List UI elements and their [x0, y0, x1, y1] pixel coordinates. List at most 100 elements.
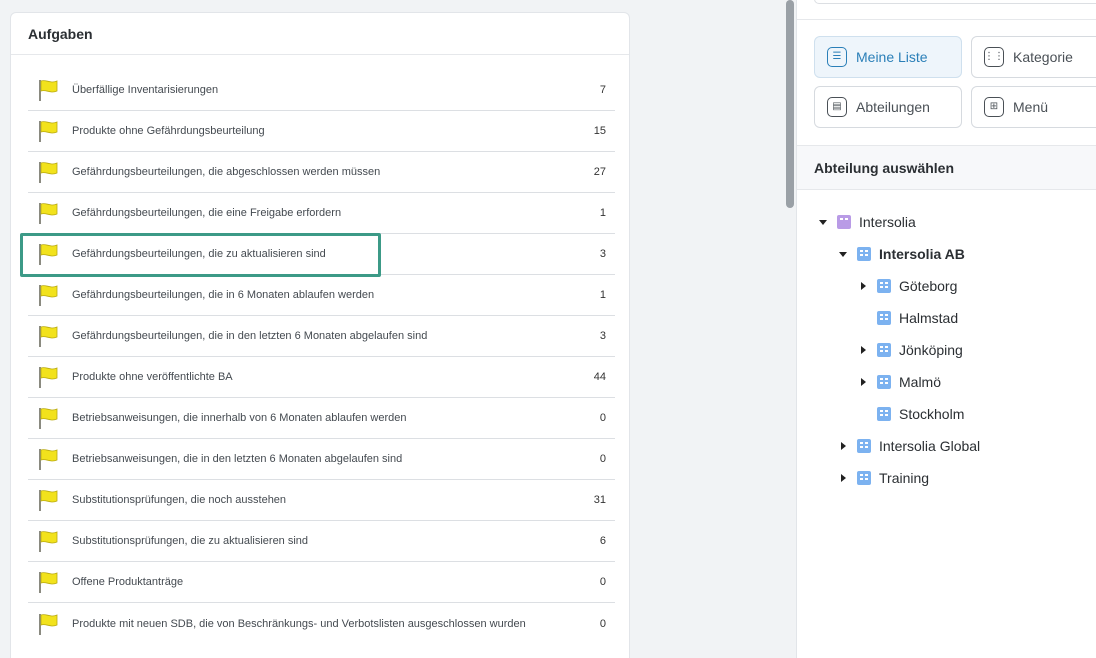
tree-node-stockholm[interactable]: Stockholm [857, 403, 964, 425]
flag-icon [39, 572, 58, 593]
task-row[interactable]: Produkte ohne veröffentlichte BA 44 [28, 357, 615, 398]
task-label: Gefährdungsbeurteilungen, die zu aktuali… [72, 248, 326, 260]
flag-icon [39, 490, 58, 511]
task-count: 3 [599, 330, 606, 342]
building-icon [877, 311, 891, 325]
task-count: 0 [599, 453, 606, 465]
task-count: 0 [599, 617, 606, 630]
tasks-title: Aufgaben [11, 13, 629, 55]
flag-icon [39, 408, 58, 429]
task-row[interactable]: Gefährdungsbeurteilungen, die zu aktuali… [28, 234, 615, 275]
task-count: 6 [599, 535, 606, 547]
task-count: 7 [599, 84, 606, 96]
task-row[interactable]: Gefährdungsbeurteilungen, die in den let… [28, 316, 615, 357]
flag-icon [39, 449, 58, 470]
menu-grid-icon: ⊞ [984, 97, 1004, 117]
task-label: Substitutionsprüfungen, die zu aktualisi… [72, 535, 309, 547]
caret-right-icon[interactable] [837, 472, 849, 484]
scrollbar-thumb[interactable] [786, 0, 794, 208]
task-row[interactable]: Überfällige Inventarisierungen 7 [28, 70, 615, 111]
tree-node-label: Malmö [899, 374, 942, 390]
task-row[interactable]: Produkte ohne Gefährdungsbeurteilung 15 [28, 111, 615, 152]
tree-node-label: Jönköping [899, 342, 963, 358]
task-count: 27 [593, 166, 606, 178]
tree-node-intersolia-ab[interactable]: Intersolia AB [837, 243, 965, 265]
task-label: Betriebsanweisungen, die innerhalb von 6… [72, 412, 407, 424]
task-row[interactable]: Betriebsanweisungen, die innerhalb von 6… [28, 398, 615, 439]
task-count: 0 [599, 412, 606, 424]
my-list-button[interactable]: ☰ Meine Liste [814, 36, 962, 78]
task-count: 31 [593, 494, 606, 506]
task-label: Betriebsanweisungen, die in den letzten … [72, 453, 403, 465]
building-icon [877, 375, 891, 389]
category-label: Kategorie [1013, 49, 1073, 65]
task-label: Substitutionsprüfungen, die noch aussteh… [72, 494, 287, 506]
menu-button[interactable]: ⊞ Menü [971, 86, 1096, 128]
tree-node-label: Training [879, 470, 930, 486]
task-label: Produkte ohne Gefährdungsbeurteilung [72, 125, 265, 137]
tasks-panel: Aufgaben Überfällige Inventarisierungen … [10, 12, 630, 658]
departments-label: Abteilungen [856, 99, 930, 115]
task-row[interactable]: Betriebsanweisungen, die in den letzten … [28, 439, 615, 480]
task-row[interactable]: Produkte mit neuen SDB, die von Beschrän… [28, 603, 615, 644]
tree-node-label: Stockholm [899, 406, 965, 422]
flag-icon [39, 326, 58, 347]
tree-node-label: Intersolia AB [879, 246, 965, 262]
tree-node-label: Intersolia [859, 214, 916, 230]
caret-right-icon[interactable] [857, 280, 869, 292]
flag-icon [39, 121, 58, 142]
list-icon: ☰ [827, 47, 847, 67]
tree-node-training[interactable]: Training [837, 467, 929, 489]
caret-down-icon[interactable] [837, 248, 849, 260]
task-row[interactable]: Gefährdungsbeurteilungen, die eine Freig… [28, 193, 615, 234]
task-label: Offene Produktanträge [72, 576, 184, 588]
flag-icon [39, 531, 58, 552]
category-icon: ⋮⋮ [984, 47, 1004, 67]
task-label: Gefährdungsbeurteilungen, die eine Freig… [72, 207, 342, 219]
caret-right-icon[interactable] [857, 376, 869, 388]
task-row[interactable]: Gefährdungsbeurteilungen, die abgeschlos… [28, 152, 615, 193]
departments-icon: ▤ [827, 97, 847, 117]
task-row[interactable]: Offene Produktanträge 0 [28, 562, 615, 603]
tree-node-jonkoping[interactable]: Jönköping [857, 339, 963, 361]
right-panel: ☰ Meine Liste ⋮⋮ Kategorie ▤ Abteilungen… [796, 0, 1096, 658]
tree-node-halmstad[interactable]: Halmstad [857, 307, 958, 329]
building-icon [857, 471, 871, 485]
tree-node-intersolia-global[interactable]: Intersolia Global [837, 435, 980, 457]
org-icon [837, 215, 851, 229]
flag-icon [39, 285, 58, 306]
menu-label: Menü [1013, 99, 1049, 115]
building-icon [877, 343, 891, 357]
caret-down-icon[interactable] [817, 216, 829, 228]
task-label: Produkte mit neuen SDB, die von Beschrän… [72, 617, 526, 630]
task-count: 44 [593, 371, 606, 383]
caret-right-icon[interactable] [837, 440, 849, 452]
task-label: Gefährdungsbeurteilungen, die in den let… [72, 330, 428, 342]
tree-node-label: Intersolia Global [879, 438, 981, 454]
tree-node-intersolia[interactable]: Intersolia [817, 211, 916, 233]
building-icon [857, 247, 871, 261]
task-count: 1 [599, 289, 606, 301]
tree-node-malmo[interactable]: Malmö [857, 371, 941, 393]
tree-node-label: Göteborg [899, 278, 958, 294]
tree-node-goteborg[interactable]: Göteborg [857, 275, 957, 297]
flag-icon [39, 244, 58, 265]
departments-button[interactable]: ▤ Abteilungen [814, 86, 962, 128]
flag-icon [39, 203, 58, 224]
flag-icon [39, 80, 58, 101]
task-count: 0 [599, 576, 606, 588]
task-list: Überfällige Inventarisierungen 7 Produkt… [28, 70, 615, 644]
my-list-label: Meine Liste [856, 49, 928, 65]
task-row[interactable]: Substitutionsprüfungen, die noch aussteh… [28, 480, 615, 521]
task-row[interactable]: Gefährdungsbeurteilungen, die in 6 Monat… [28, 275, 615, 316]
flag-icon [39, 367, 58, 388]
category-button[interactable]: ⋮⋮ Kategorie [971, 36, 1096, 78]
task-row[interactable]: Substitutionsprüfungen, die zu aktualisi… [28, 521, 615, 562]
task-count: 15 [593, 125, 606, 137]
building-icon [877, 279, 891, 293]
task-label: Gefährdungsbeurteilungen, die abgeschlos… [72, 166, 381, 178]
caret-right-icon[interactable] [857, 344, 869, 356]
top-search-box[interactable] [814, 0, 1096, 4]
task-count: 3 [599, 248, 606, 260]
task-label: Überfällige Inventarisierungen [72, 84, 219, 96]
